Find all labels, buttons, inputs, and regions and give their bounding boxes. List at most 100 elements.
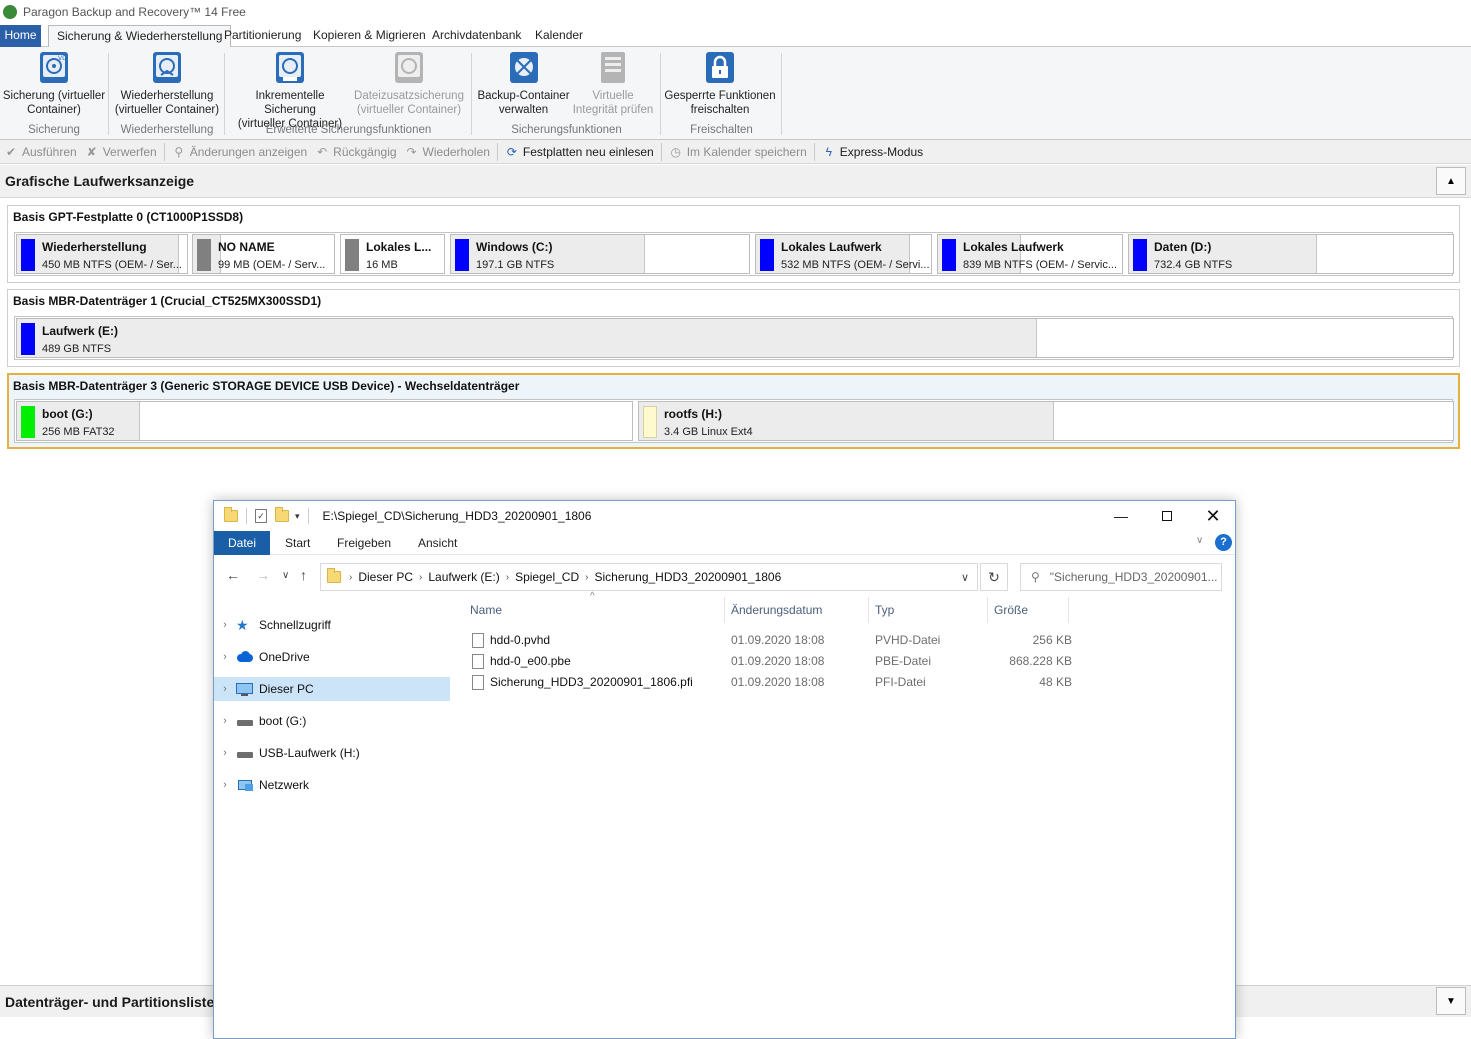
nav-item-onedrive[interactable]: › OneDrive (214, 645, 450, 669)
redo-button[interactable]: ↷ Wiederholen (401, 141, 494, 163)
magnifier-icon: ⚲ (174, 144, 184, 159)
restore-virtual-container-button[interactable]: Wiederherstellung (virtueller Container) (113, 51, 221, 117)
discard-button[interactable]: ✘ Verwerfen (81, 141, 161, 163)
minimize-button[interactable]: — (1098, 501, 1144, 531)
chevron-right-icon[interactable]: › (214, 779, 236, 791)
chevron-right-icon[interactable]: › (214, 715, 236, 727)
recent-locations-icon[interactable]: ∨ (282, 570, 289, 581)
minimize-icon: — (1114, 508, 1128, 524)
column-header-name[interactable]: Name (470, 603, 502, 617)
sort-ascending-icon: ^ (590, 591, 595, 602)
address-bar[interactable]: › Dieser PC › Laufwerk (E:) › Spiegel_CD… (320, 563, 978, 591)
apply-button[interactable]: ✔ Ausführen (0, 141, 81, 163)
properties-icon[interactable]: ✓ (255, 509, 267, 523)
chevron-right-icon[interactable]: › (214, 747, 236, 759)
express-mode-button[interactable]: ϟ Express-Modus (818, 141, 927, 163)
column-header-type[interactable]: Typ (875, 603, 894, 617)
manage-backup-container-button[interactable]: Backup-Container verwalten (476, 51, 571, 117)
ribbon-group-label: Sicherungsfunktionen (511, 124, 622, 136)
file-additional-backup-button[interactable]: Dateizusatzsicherung (virtueller Contain… (354, 51, 464, 117)
file-row[interactable]: Sicherung_HDD3_20200901_1806.pfi 01.09.2… (472, 671, 1072, 692)
disk-title: Basis MBR-Datenträger 3 (Generic STORAGE… (13, 379, 520, 393)
customize-dropdown-icon[interactable]: ▾ (295, 511, 300, 522)
maximize-button[interactable] (1144, 501, 1190, 531)
disk-panel[interactable]: Basis MBR-Datenträger 1 (Crucial_CT525MX… (7, 289, 1460, 367)
tab-kopieren-migrieren[interactable]: Kopieren & Migrieren (305, 25, 434, 47)
forward-arrow-icon[interactable]: → (256, 567, 270, 583)
integrity-check-icon (597, 51, 629, 85)
incremental-backup-icon (274, 51, 306, 85)
ribbon-separator (660, 53, 661, 135)
partition-block[interactable]: Daten (D:) 732.4 GB NTFS (1128, 234, 1454, 274)
tab-datei[interactable]: Datei (214, 531, 271, 555)
breadcrumb-item[interactable]: Laufwerk (E:) (428, 570, 499, 584)
refresh-button[interactable]: ↻ (980, 563, 1008, 591)
ribbon-group-label: Wiederherstellung (120, 124, 214, 136)
nav-item-boot-g[interactable]: › boot (G:) (214, 709, 450, 733)
partition-list-title: Datenträger- und Partitionsliste (5, 994, 215, 1010)
file-icon (472, 654, 484, 669)
partition-block[interactable]: rootfs (H:) 3.4 GB Linux Ext4 (638, 401, 1454, 441)
file-explorer-window[interactable]: ✓ ▾ E:\Spiegel_CD\Sicherung_HDD3_2020090… (213, 500, 1236, 1039)
column-header-date[interactable]: Änderungsdatum (731, 603, 822, 617)
chevron-up-icon: ▲ (1446, 175, 1456, 187)
expand-toggle-button[interactable]: ▼ (1436, 987, 1466, 1015)
tab-freigeben[interactable]: Freigeben (327, 531, 401, 555)
help-icon[interactable]: ? (1215, 534, 1232, 551)
search-input[interactable]: ⚲ "Sicherung_HDD3_20200901... (1020, 563, 1222, 591)
disk-panel-selected[interactable]: Basis MBR-Datenträger 3 (Generic STORAGE… (7, 373, 1460, 449)
ribbon-expand-icon[interactable]: ∨ (1196, 535, 1203, 546)
save-in-calendar-button[interactable]: ◷ Im Kalender speichern (665, 141, 811, 163)
breadcrumb-item[interactable]: Dieser PC (358, 570, 413, 584)
show-changes-button[interactable]: ⚲ Änderungen anzeigen (168, 141, 311, 163)
check-virtual-integrity-button[interactable]: Virtuelle Integrität prüfen (572, 51, 654, 117)
nav-item-dieser-pc[interactable]: › Dieser PC (214, 677, 450, 701)
tab-kalender[interactable]: Kalender (527, 25, 591, 47)
close-button[interactable]: ✕ (1190, 501, 1236, 531)
partition-block[interactable]: boot (G:) 256 MB FAT32 (16, 401, 633, 441)
address-dropdown-icon[interactable]: ∨ (961, 571, 969, 584)
chevron-right-icon[interactable]: › (214, 683, 236, 695)
incremental-backup-button[interactable]: Inkrementelle Sicherung (virtueller Cont… (229, 51, 351, 131)
collapse-toggle-button[interactable]: ▲ (1436, 167, 1466, 195)
nav-item-netzwerk[interactable]: › Netzwerk (214, 773, 450, 797)
tab-start[interactable]: Start (275, 531, 320, 555)
tab-home[interactable]: Home (0, 25, 41, 47)
nav-item-usb-laufwerk-h[interactable]: › USB-Laufwerk (H:) (214, 741, 450, 765)
column-header-size[interactable]: Größe (994, 603, 1028, 617)
file-row[interactable]: hdd-0.pvhd 01.09.2020 18:08 PVHD-Datei 2… (472, 629, 1072, 650)
partition-block[interactable]: NO NAME 99 MB (OEM- / Serv... (192, 234, 335, 274)
partition-block[interactable]: Laufwerk (E:) 489 GB NTFS (16, 318, 1454, 358)
chevron-right-icon[interactable]: › (214, 619, 236, 631)
ribbon: VD Sicherung (virtueller Container) Wied… (0, 47, 1471, 140)
up-arrow-icon[interactable]: ↑ (300, 567, 307, 583)
backup-virtual-container-button[interactable]: VD Sicherung (virtueller Container) (2, 51, 106, 117)
partition-block[interactable]: Lokales Laufwerk 532 MB NTFS (OEM- / Serv… (755, 234, 932, 274)
ribbon-separator (471, 53, 472, 135)
breadcrumb-item[interactable]: Sicherung_HDD3_20200901_1806 (594, 570, 781, 584)
checkmark-icon: ✔ (5, 144, 17, 159)
tab-partitionierung[interactable]: Partitionierung (216, 25, 309, 47)
tab-ansicht[interactable]: Ansicht (408, 531, 467, 555)
disk-title: Basis GPT-Festplatte 0 (CT1000P1SSD8) (13, 210, 244, 224)
disk-panel[interactable]: Basis GPT-Festplatte 0 (CT1000P1SSD8) Wi… (7, 205, 1460, 283)
nav-item-schnellzugriff[interactable]: › ★ Schnellzugriff (214, 613, 450, 637)
ribbon-separator (108, 53, 109, 135)
tab-sicherung-wiederherstellung[interactable]: Sicherung & Wiederherstellung (48, 25, 232, 48)
refresh-icon: ↻ (988, 568, 1000, 585)
file-backup-icon (393, 51, 425, 85)
breadcrumb-item[interactable]: Spiegel_CD (515, 570, 579, 584)
rescan-disks-button[interactable]: ⟳ Festplatten neu einlesen (501, 141, 658, 163)
unlock-features-button[interactable]: Gesperrte Funktionen freischalten (664, 51, 776, 117)
file-row[interactable]: hdd-0_e00.pbe 01.09.2020 18:08 PBE-Datei… (472, 650, 1072, 671)
partition-block[interactable]: Windows (C:) 197.1 GB NTFS (450, 234, 750, 274)
chevron-right-icon[interactable]: › (214, 651, 236, 663)
new-folder-icon[interactable] (275, 507, 289, 522)
tab-archivdatenbank[interactable]: Archivdatenbank (424, 25, 529, 47)
partition-block[interactable]: Lokales L... 16 MB (340, 234, 445, 274)
back-arrow-icon[interactable]: ← (226, 567, 240, 583)
partition-block[interactable]: Lokales Laufwerk 839 MB NTFS (OEM- / Serv… (937, 234, 1123, 274)
undo-button[interactable]: ↶ Rückgängig (311, 141, 400, 163)
partition-block[interactable]: Wiederherstellung 450 MB NTFS (OEM- / Ser… (16, 234, 188, 274)
svg-text:VD: VD (58, 55, 67, 62)
